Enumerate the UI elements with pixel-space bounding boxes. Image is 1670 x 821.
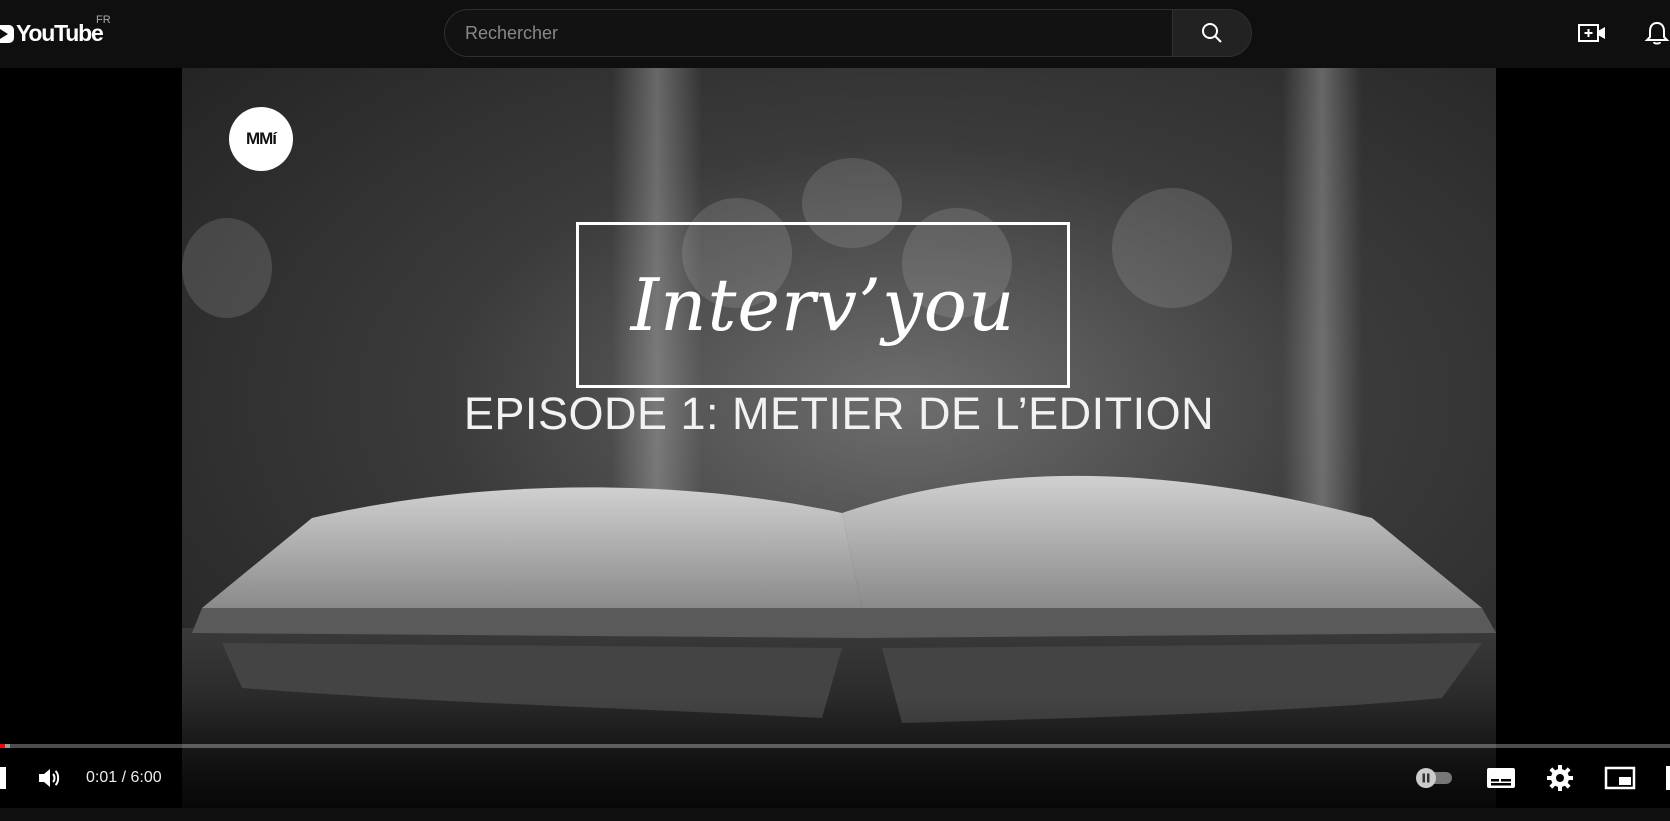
channel-logo: MMí <box>229 107 293 171</box>
autoplay-toggle-icon <box>1416 768 1452 788</box>
search-icon <box>1202 23 1222 43</box>
youtube-logo[interactable]: YouTube FR <box>0 14 111 47</box>
video-player[interactable]: MMí Interv’you EPISODE 1: METIER DE L’ED… <box>0 68 1670 808</box>
duration: 6:00 <box>130 769 162 786</box>
theater-mode-button[interactable] <box>1666 766 1670 790</box>
search-button[interactable] <box>1172 9 1252 57</box>
title-card-frame: Interv’you <box>576 222 1070 388</box>
bokeh-light <box>182 218 272 318</box>
progress-bar[interactable] <box>0 744 1670 748</box>
search-bar: Rechercher <box>444 9 1252 57</box>
autoplay-toggle[interactable] <box>1414 766 1456 790</box>
country-code: FR <box>96 14 111 26</box>
settings-icon <box>1547 765 1573 791</box>
episode-subtitle: EPISODE 1: METIER DE L’EDITION <box>463 388 1215 439</box>
current-time: 0:01 <box>86 769 118 786</box>
youtube-play-icon <box>0 24 14 43</box>
notifications-icon <box>1644 21 1670 45</box>
time-separator: / <box>117 769 131 786</box>
search-input[interactable]: Rechercher <box>444 9 1172 57</box>
progress-played <box>0 744 5 748</box>
volume-icon <box>39 769 60 787</box>
create-video-button[interactable] <box>1578 21 1606 45</box>
controls-left: 0:01 / 6:00 <box>0 758 162 798</box>
header-actions <box>1578 20 1670 46</box>
settings-button[interactable] <box>1546 764 1574 792</box>
controls-right <box>1414 758 1670 798</box>
miniplayer-button[interactable] <box>1604 765 1636 791</box>
next-button[interactable] <box>0 767 6 789</box>
volume-button[interactable] <box>36 765 62 791</box>
bokeh-light <box>1112 188 1232 308</box>
masthead: YouTube FR Rechercher <box>0 0 1670 68</box>
time-display: 0:01 / 6:00 <box>86 769 162 787</box>
title-card-text: Interv’you <box>630 263 1016 347</box>
create-video-icon <box>1578 24 1605 42</box>
logo-wordmark: YouTube <box>16 20 104 46</box>
video-frame[interactable]: MMí Interv’you EPISODE 1: METIER DE L’ED… <box>182 68 1496 808</box>
notifications-button[interactable] <box>1644 20 1670 46</box>
miniplayer-icon <box>1604 766 1636 790</box>
subtitles-button[interactable] <box>1486 766 1516 790</box>
subtitles-icon <box>1487 768 1515 788</box>
